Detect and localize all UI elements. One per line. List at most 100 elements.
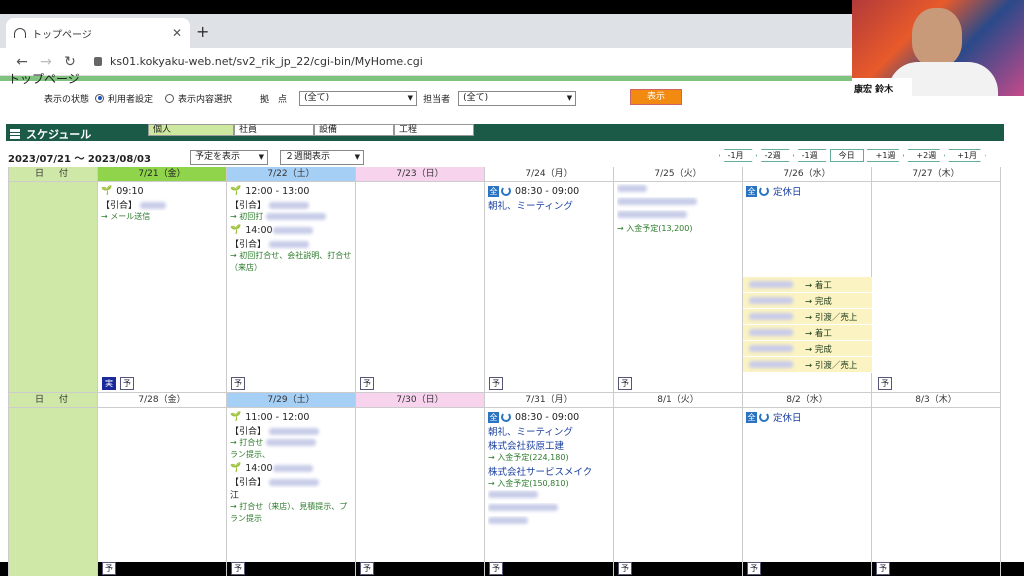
company-link[interactable]: 株式会社サービスメイク: [488, 464, 610, 478]
base-select[interactable]: (全て): [299, 90, 418, 106]
event-time[interactable]: 🌱 12:00 - 13:00: [230, 184, 352, 198]
event-time[interactable]: 🌱 09:10: [101, 184, 223, 198]
reload-icon[interactable]: ↻: [58, 54, 82, 70]
event-time[interactable]: 🌱 14:00: [230, 223, 352, 237]
day-cell[interactable]: 全 定休日 → 着工 → 完成 → 引渡／売上 → 着工 → 完成 → 引渡／売上…: [743, 182, 892, 393]
day-header[interactable]: 7/27（木）: [872, 167, 1001, 182]
radio-content-select[interactable]: [165, 93, 175, 103]
nav-plus-month[interactable]: +1月: [948, 149, 986, 162]
day-header[interactable]: 8/3（木）: [872, 393, 1001, 408]
event-time[interactable]: 全 08:30 - 09:00: [488, 410, 610, 424]
event-line[interactable]: 【引合】: [230, 237, 352, 250]
new-tab-icon[interactable]: +: [196, 22, 209, 41]
add-schedule-button[interactable]: 予: [360, 562, 374, 575]
event-title[interactable]: 朝礼、ミーティング: [488, 198, 610, 212]
owner-select[interactable]: (全て): [458, 90, 577, 106]
browser-tab[interactable]: トップページ ✕: [6, 18, 190, 48]
event-line[interactable]: [617, 210, 739, 223]
nav-plus-2weeks[interactable]: +2週: [907, 149, 945, 162]
day-cell[interactable]: 全 定休日 予: [743, 408, 872, 576]
add-schedule-button[interactable]: 予: [489, 377, 503, 390]
add-schedule-button[interactable]: 予: [120, 377, 134, 390]
milestone-row[interactable]: → 引渡／売上: [743, 309, 872, 325]
day-header[interactable]: 7/30（日）: [356, 393, 485, 408]
show-button[interactable]: 表示: [630, 89, 682, 105]
day-header[interactable]: 7/22（土）: [227, 167, 356, 182]
add-schedule-button[interactable]: 予: [360, 377, 374, 390]
day-header[interactable]: 7/21（金）: [98, 167, 227, 182]
event-line[interactable]: [488, 503, 610, 516]
event-title-row[interactable]: 全 定休日: [746, 184, 868, 198]
day-cell[interactable]: 予: [356, 182, 485, 393]
add-schedule-button[interactable]: 予: [618, 562, 632, 575]
milestone-row[interactable]: → 着工: [743, 277, 872, 293]
event-line[interactable]: 江: [230, 488, 352, 501]
day-cell[interactable]: 予: [872, 408, 1001, 576]
event-line[interactable]: 【引合】: [230, 424, 352, 437]
repeat-icon: [501, 412, 511, 422]
add-schedule-button[interactable]: 予: [102, 562, 116, 575]
close-icon[interactable]: ✕: [172, 26, 182, 40]
day-cell[interactable]: [872, 182, 1001, 393]
radio-user-settings[interactable]: [95, 93, 105, 103]
event-line[interactable]: [488, 490, 610, 503]
add-schedule-button[interactable]: 予: [231, 562, 245, 575]
actual-button[interactable]: 実: [102, 377, 116, 390]
day-header[interactable]: 7/23（日）: [356, 167, 485, 182]
tab-personal[interactable]: 個人: [148, 124, 234, 136]
day-header[interactable]: 8/2（水）: [743, 393, 872, 408]
day-header[interactable]: 7/24（月）: [485, 167, 614, 182]
day-cell[interactable]: 🌱 09:10 【引合】 → メール送信 実 予: [98, 182, 227, 393]
day-header[interactable]: 7/26（水）: [743, 167, 872, 182]
day-cell[interactable]: 🌱 11:00 - 12:00 【引合】 → 打合せ ラン提示、 🌱 14:00 【…: [227, 408, 356, 576]
add-schedule-button[interactable]: 予: [876, 562, 890, 575]
event-line[interactable]: [617, 197, 739, 210]
event-line[interactable]: 【引合】: [230, 475, 352, 488]
forward-icon[interactable]: →: [34, 54, 58, 70]
day-header[interactable]: 7/31（月）: [485, 393, 614, 408]
add-schedule-button[interactable]: 予: [231, 377, 245, 390]
period-select[interactable]: ２週間表示: [280, 149, 364, 165]
event-time[interactable]: 🌱 11:00 - 12:00: [230, 410, 352, 424]
add-schedule-button[interactable]: 予: [489, 562, 503, 575]
nav-plus-week[interactable]: +1週: [867, 149, 905, 162]
day-cell[interactable]: 予: [356, 408, 485, 576]
event-time[interactable]: 🌱 14:00: [230, 461, 352, 475]
tab-employee[interactable]: 社員: [234, 124, 314, 136]
url-field[interactable]: ks01.kokyaku-web.net/sv2_rik_jp_22/cgi-b…: [94, 55, 423, 68]
event-line[interactable]: 【引合】: [101, 198, 223, 211]
milestone-row[interactable]: → 引渡／売上: [743, 357, 872, 373]
event-time-text: 12:00 - 13:00: [245, 185, 310, 197]
day-cell[interactable]: 全 08:30 - 09:00 朝礼、ミーティング 株式会社荻原工建 → 入金予定…: [485, 408, 614, 576]
milestone-row[interactable]: → 完成: [743, 293, 872, 309]
webcam-overlay: 康宏 鈴木: [852, 0, 1024, 96]
day-header[interactable]: 7/25（火）: [614, 167, 743, 182]
milestone-row[interactable]: → 着工: [743, 325, 872, 341]
event-line[interactable]: [488, 516, 610, 529]
event-title[interactable]: 朝礼、ミーティング: [488, 424, 610, 438]
event-time[interactable]: 全 08:30 - 09:00: [488, 184, 610, 198]
tab-equipment[interactable]: 設備: [314, 124, 394, 136]
tab-process[interactable]: 工程: [394, 124, 474, 136]
milestone-row[interactable]: → 完成: [743, 341, 872, 357]
event-line[interactable]: [617, 184, 739, 197]
day-cell[interactable]: 全 08:30 - 09:00 朝礼、ミーティング 予: [485, 182, 614, 393]
nav-minus-2weeks[interactable]: -2週: [756, 149, 790, 162]
day-header[interactable]: 7/29（土）: [227, 393, 356, 408]
day-cell[interactable]: → 入金予定(13,200) 予: [614, 182, 743, 393]
day-header[interactable]: 8/1（火）: [614, 393, 743, 408]
add-schedule-button[interactable]: 予: [618, 377, 632, 390]
day-header[interactable]: 7/28（金）: [98, 393, 227, 408]
nav-minus-week[interactable]: -1週: [793, 149, 827, 162]
back-icon[interactable]: ←: [10, 54, 34, 70]
nav-today[interactable]: 今日: [829, 149, 864, 162]
company-link[interactable]: 株式会社荻原工建: [488, 438, 610, 452]
event-title-row[interactable]: 全 定休日: [746, 410, 868, 424]
nav-minus-month[interactable]: -1月: [719, 149, 753, 162]
day-cell[interactable]: 予: [614, 408, 743, 576]
event-line[interactable]: 【引合】: [230, 198, 352, 211]
add-schedule-button[interactable]: 予: [747, 562, 761, 575]
filter-select[interactable]: 予定を表示: [190, 149, 268, 165]
day-cell[interactable]: 予: [98, 408, 227, 576]
day-cell[interactable]: 🌱 12:00 - 13:00 【引合】 → 初回打 🌱 14:00 【引合】 → …: [227, 182, 356, 393]
